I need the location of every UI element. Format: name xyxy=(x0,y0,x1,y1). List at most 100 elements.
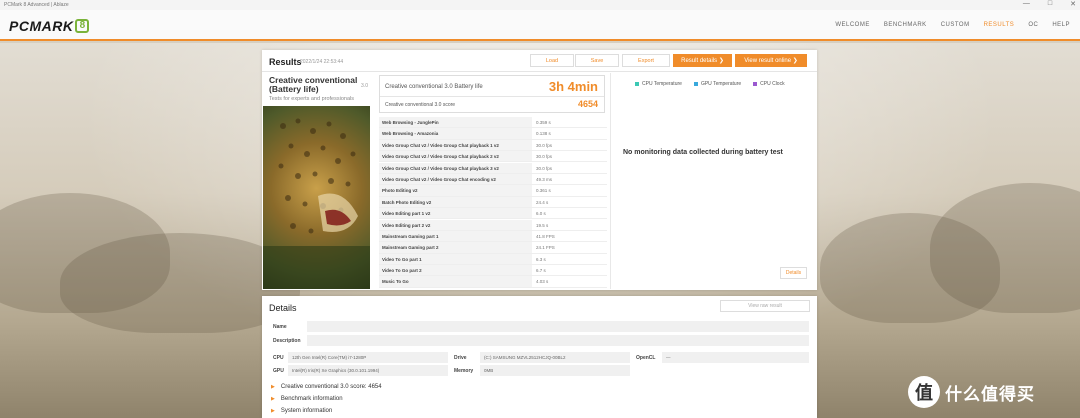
expand-arrow-icon: ▶ xyxy=(271,384,275,390)
leopard-image xyxy=(263,106,370,289)
nav-help[interactable]: HELP xyxy=(1052,22,1070,28)
background-tree xyxy=(930,183,1080,313)
maximize-icon[interactable]: □ xyxy=(1048,0,1052,8)
score-column: Creative conventional 3.0 Battery life 3… xyxy=(377,73,609,289)
legend-cpu-clock[interactable]: CPU Clock xyxy=(753,81,785,87)
name-field[interactable] xyxy=(307,321,809,332)
expand-arrow-icon: ▶ xyxy=(271,408,275,414)
nav-custom[interactable]: CUSTOM xyxy=(941,22,970,28)
details-title: Details xyxy=(269,303,297,313)
section-benchmark-information[interactable]: ▶ Benchmark information xyxy=(271,396,343,402)
subtest-value: 30.0 fps xyxy=(536,165,553,171)
subtest-value: 4.03 s xyxy=(536,279,549,285)
legend-cpu-temperature[interactable]: CPU Temperature xyxy=(635,81,682,87)
opencl-label: OpenCL xyxy=(636,355,656,361)
name-label: Name xyxy=(273,324,287,330)
table-row: Photo Editing v2 0.361 s xyxy=(379,185,607,197)
subtest-name: Video Group Chat v2 / Video Group Chat p… xyxy=(379,162,532,173)
table-row: Mainstream Gaming part 2 24.1 FPS xyxy=(379,242,607,254)
load-button[interactable]: Load xyxy=(530,54,574,67)
nav-oc[interactable]: OC xyxy=(1028,22,1038,28)
legend-label: CPU Temperature xyxy=(642,81,682,87)
memory-value: 0MB xyxy=(480,365,630,376)
results-panel: Results 2022/1/24 22:53:44 Load Save Exp… xyxy=(262,50,817,290)
subtest-name: Batch Photo Editing v2 xyxy=(379,196,532,208)
details-panel: Details View raw result Name Description… xyxy=(262,296,817,418)
table-row: Video Group Chat v2 / Video Group Chat p… xyxy=(379,139,607,152)
subtest-name: Web Browsing - JunglePin xyxy=(379,117,532,128)
subtest-value: 41.8 FPS xyxy=(536,233,555,239)
subtest-value: 19.5 s xyxy=(536,222,549,228)
subtest-name: Web Browsing - Amazonia xyxy=(379,128,532,139)
minimize-icon[interactable]: — xyxy=(1023,0,1030,8)
subtest-value: 0.359 s xyxy=(536,120,551,125)
section-label: Creative conventional 3.0 score: 4654 xyxy=(280,384,382,390)
nav-welcome[interactable]: WELCOME xyxy=(835,22,870,28)
subtest-name: Video To Go part 2 xyxy=(379,265,532,276)
cpu-label: CPU xyxy=(273,355,284,361)
test-name: Creative conventional (Battery life) xyxy=(269,75,358,94)
logo-number: 8 xyxy=(75,19,90,33)
app-header: PCMARK 8 WELCOME BENCHMARK CUSTOM RESULT… xyxy=(0,10,1080,41)
subtest-value: 30.0 fps xyxy=(536,154,553,160)
view-raw-result-button[interactable]: View raw result xyxy=(720,300,810,312)
nav-benchmark[interactable]: BENCHMARK xyxy=(884,22,927,28)
table-row: Music To Go 4.03 s xyxy=(379,276,607,288)
legend-gpu-temperature[interactable]: GPU Temperature xyxy=(693,81,741,87)
export-button[interactable]: Export xyxy=(622,54,670,67)
table-row: Web Browsing - JunglePin 0.359 s xyxy=(379,117,607,129)
watermark-text: 什么值得买 xyxy=(945,384,1035,404)
table-row: Video Group Chat v2 / Video Group Chat p… xyxy=(379,151,607,163)
subtest-name: Photo Editing v2 xyxy=(379,185,532,196)
subtest-name: Mainstream Gaming part 1 xyxy=(379,230,532,242)
legend-swatch xyxy=(753,82,758,86)
description-field[interactable] xyxy=(307,335,809,346)
subtest-value: 0.138 s xyxy=(536,131,551,137)
score-divider xyxy=(380,96,604,97)
save-button[interactable]: Save xyxy=(575,54,619,67)
monitoring-column: CPU Temperature GPU Temperature CPU Cloc… xyxy=(610,73,817,289)
subtest-table: Web Browsing - JunglePin 0.359 s Web Brow… xyxy=(379,117,607,288)
top-navigation: WELCOME BENCHMARK CUSTOM RESULTS OC HELP xyxy=(835,22,1070,28)
view-result-online-button[interactable]: View result online ❯ xyxy=(735,54,807,67)
subtest-name: Mainstream Gaming part 2 xyxy=(379,242,532,253)
legend-swatch xyxy=(635,82,639,86)
close-icon[interactable]: ✕ xyxy=(1070,0,1076,8)
test-info-column: Creative conventional (Battery life) 3.0… xyxy=(263,73,373,289)
section-label: Benchmark information xyxy=(280,396,343,402)
monitoring-legend: CPU Temperature GPU Temperature CPU Cloc… xyxy=(635,81,785,87)
gpu-value: Intel(R) Iris(R) Xe Graphics (30.0.101.1… xyxy=(288,365,448,376)
site-watermark: 值 什么值得买 xyxy=(908,376,1035,408)
score-box: Creative conventional 3.0 Battery life 3… xyxy=(379,75,605,113)
subtest-name: Video Editing part 2 v2 xyxy=(379,219,532,230)
table-row: Batch Photo Editing v2 24.4 s xyxy=(379,196,607,209)
subtest-name: Video Group Chat v2 / Video Group Chat p… xyxy=(379,139,532,151)
score-value: 4654 xyxy=(577,99,598,109)
results-header: Results 2022/1/24 22:53:44 Load Save Exp… xyxy=(262,50,817,72)
table-row: Mainstream Gaming part 1 41.8 FPS xyxy=(379,230,607,243)
table-row: Web Browsing - Amazonia 0.138 s xyxy=(379,128,607,140)
window-controls: — □ ✕ xyxy=(1023,0,1076,8)
results-date: 2022/1/24 22:53:44 xyxy=(300,59,344,65)
cpu-value: 12th Gen Intel(R) Core(TM) i7-1280P xyxy=(288,352,448,363)
table-row: Video To Go part 1 6.3 s xyxy=(379,253,607,265)
subtest-value: 6.3 s xyxy=(536,256,546,262)
battery-life-label: Creative conventional 3.0 Battery life xyxy=(385,84,483,90)
window-title-bar: PCMark 8 Advanced | Ablaze — □ ✕ xyxy=(0,0,1080,10)
nav-results[interactable]: RESULTS xyxy=(984,22,1015,28)
result-details-button[interactable]: Result details ❯ xyxy=(673,54,732,67)
results-title: Results xyxy=(269,57,302,67)
test-version: 3.0 xyxy=(361,83,368,89)
monitoring-details-button[interactable]: Details xyxy=(780,267,807,279)
section-label: System information xyxy=(280,408,333,414)
subtest-name: Video Group Chat v2 / Video Group Chat e… xyxy=(379,173,532,185)
drive-label: Drive xyxy=(454,355,467,361)
pcmark-logo: PCMARK 8 xyxy=(9,18,90,34)
subtest-value: 0.361 s xyxy=(536,188,551,194)
legend-swatch xyxy=(693,82,698,86)
window-title: PCMark 8 Advanced | Ablaze xyxy=(4,2,69,8)
subtest-name: Video To Go part 1 xyxy=(379,253,532,264)
section-system-information[interactable]: ▶ System information xyxy=(271,408,332,414)
test-description: Tests for experts and professionals xyxy=(269,96,354,102)
section-score[interactable]: ▶ Creative conventional 3.0 score: 4654 xyxy=(271,384,382,390)
